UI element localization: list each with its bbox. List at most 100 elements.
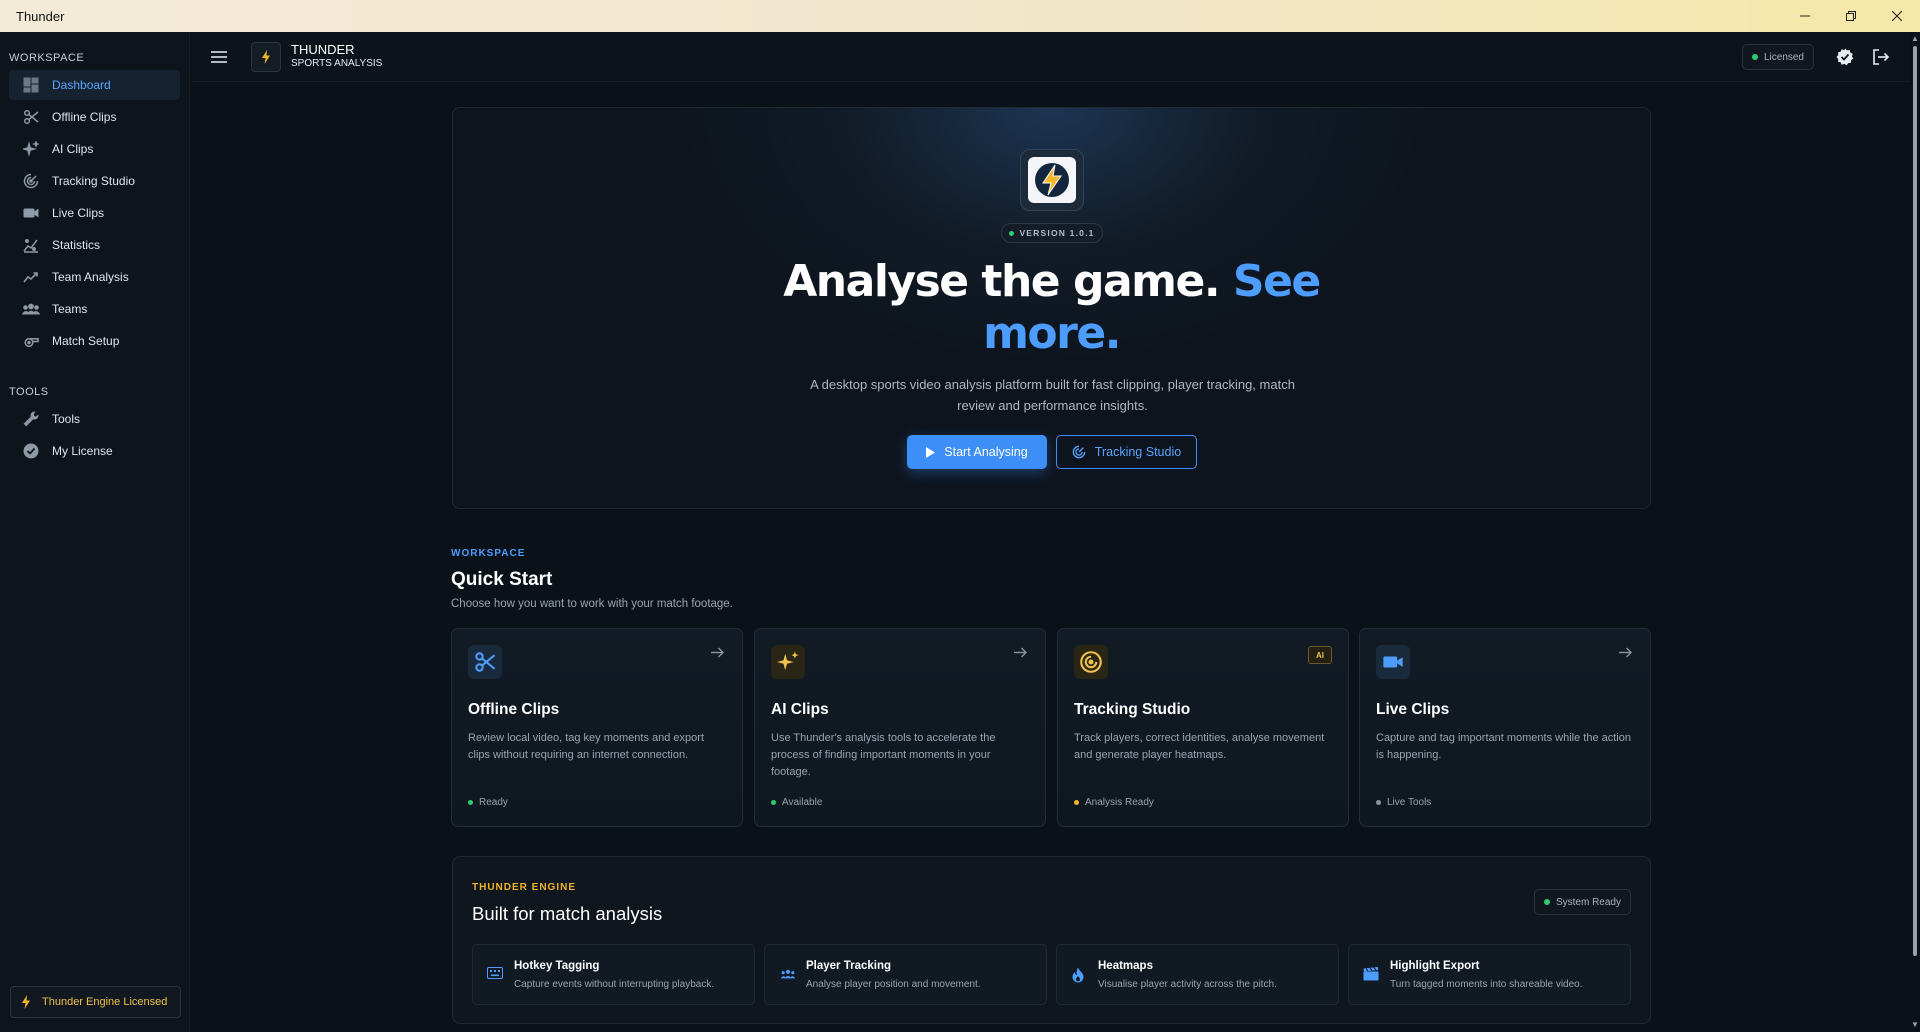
scroll-up-icon[interactable]: ▲: [1911, 34, 1919, 43]
group-icon: [21, 299, 41, 319]
card-status-text: Available: [782, 797, 823, 808]
whistle-icon: [21, 331, 41, 351]
card-status: Analysis Ready: [1074, 797, 1154, 808]
feature-title: Hotkey Tagging: [514, 960, 600, 972]
vertical-scrollbar[interactable]: ▲ ▼: [1910, 32, 1920, 1032]
system-status-text: System Ready: [1555, 896, 1621, 908]
section-eyebrow: THUNDER ENGINE: [472, 882, 577, 893]
sidebar-item-label: Team Analysis: [52, 270, 129, 284]
sidebar-item-statistics[interactable]: Statistics: [9, 230, 180, 260]
sidebar-item-label: AI Clips: [52, 142, 94, 156]
arrow-right-icon: [1014, 647, 1027, 658]
sidebar-item-label: Tools: [52, 412, 81, 426]
play-icon: [926, 446, 936, 458]
radar-icon: [1072, 445, 1086, 459]
hamburger-icon: [211, 50, 227, 63]
tracking-studio-button[interactable]: Tracking Studio: [1056, 435, 1197, 469]
start-analysing-button[interactable]: Start Analysing: [907, 435, 1047, 469]
sidebar-item-offline-clips[interactable]: Offline Clips: [9, 102, 180, 132]
feature-title: Heatmaps: [1098, 960, 1153, 972]
feature-title: Highlight Export: [1390, 960, 1480, 972]
sidebar-item-ai-clips[interactable]: AI Clips: [9, 134, 180, 164]
card-title: Tracking Studio: [1074, 701, 1191, 718]
engine-section: THUNDER ENGINE Built for match analysis …: [452, 856, 1651, 1024]
card-status: Available: [771, 797, 822, 808]
card-status: Live Tools: [1376, 797, 1431, 808]
menu-toggle-button[interactable]: [211, 50, 231, 63]
card-offline-clips[interactable]: Offline Clips Review local video, tag ke…: [451, 628, 743, 827]
sidebar-item-tracking-studio[interactable]: Tracking Studio: [9, 166, 180, 196]
keyboard-icon: [487, 967, 503, 979]
window-title-bar: Thunder: [0, 0, 1920, 32]
sidebar: WORKSPACE Dashboard Offline Clips AI Cli…: [0, 32, 190, 1032]
radar-icon: [1074, 645, 1108, 679]
scrollbar-thumb[interactable]: [1913, 46, 1917, 956]
version-text: VERSION 1.0.1: [1019, 228, 1095, 238]
sidebar-item-label: Live Clips: [52, 206, 105, 220]
close-icon: [1892, 11, 1902, 21]
status-dot: [1751, 54, 1758, 60]
license-status-text: Licensed: [1763, 51, 1804, 63]
sidebar-item-label: Dashboard: [52, 78, 111, 92]
sidebar-item-label: Offline Clips: [52, 110, 117, 124]
brand-title: THUNDER: [291, 42, 355, 58]
sidebar-item-dashboard[interactable]: Dashboard: [9, 70, 180, 100]
ai-tag-badge: AI: [1308, 646, 1332, 664]
flame-icon: [1071, 967, 1085, 983]
feature-title: Player Tracking: [806, 960, 892, 972]
sidebar-item-teams[interactable]: Teams: [9, 294, 180, 324]
video-camera-icon: [21, 203, 41, 223]
scroll-down-icon[interactable]: ▼: [1911, 1020, 1919, 1029]
sidebar-item-team-analysis[interactable]: Team Analysis: [9, 262, 180, 292]
button-label: Tracking Studio: [1094, 445, 1182, 459]
card-status-text: Analysis Ready: [1085, 797, 1154, 808]
sidebar-item-label: My License: [52, 444, 113, 458]
sidebar-item-tools[interactable]: Tools: [9, 404, 180, 434]
sidebar-item-live-clips[interactable]: Live Clips: [9, 198, 180, 228]
logout-button[interactable]: [1872, 49, 1890, 65]
feature-player-tracking: Player Tracking Analyse player position …: [764, 944, 1047, 1005]
restore-button[interactable]: [1828, 0, 1874, 32]
engine-license-badge: Thunder Engine Licensed: [10, 986, 181, 1018]
card-tracking-studio[interactable]: AI Tracking Studio Track players, correc…: [1057, 628, 1349, 827]
section-eyebrow: WORKSPACE: [451, 548, 526, 559]
card-description: Track players, correct identities, analy…: [1074, 732, 1325, 761]
sidebar-item-match-setup[interactable]: Match Setup: [9, 326, 180, 356]
scatter-chart-icon: [21, 235, 41, 255]
card-status: Ready: [468, 797, 508, 808]
card-status-text: Live Tools: [1387, 797, 1432, 808]
card-title: Live Clips: [1376, 701, 1450, 718]
system-status-badge: System Ready: [1533, 889, 1631, 915]
engine-license-text: Thunder Engine Licensed: [42, 996, 168, 1008]
sidebar-item-my-license[interactable]: My License: [9, 436, 180, 466]
app-logo: [1020, 149, 1084, 211]
feature-hotkey-tagging: Hotkey Tagging Capture events without in…: [472, 944, 755, 1005]
license-verified-button[interactable]: [1836, 48, 1854, 66]
headline-accent-1: See: [1232, 256, 1321, 307]
scissors-icon: [468, 645, 502, 679]
group-icon: [779, 967, 797, 981]
card-live-clips[interactable]: Live Clips Capture and tag important mom…: [1359, 628, 1651, 827]
scissors-icon: [21, 107, 41, 127]
brand-subtitle: SPORTS ANALYSIS: [291, 58, 383, 70]
brand-logo: [251, 41, 281, 72]
card-ai-clips[interactable]: AI Clips Use Thunder's analysis tools to…: [754, 628, 1046, 827]
lightning-icon: [21, 995, 31, 1009]
quick-start-title: Quick Start: [451, 569, 553, 590]
status-dot: [771, 800, 776, 805]
wrench-icon: [21, 409, 41, 429]
video-camera-icon: [1376, 645, 1410, 679]
thunder-logo-icon: [1035, 163, 1069, 197]
feature-highlight-export: Highlight Export Turn tagged moments int…: [1348, 944, 1631, 1005]
feature-heatmaps: Heatmaps Visualise player activity acros…: [1056, 944, 1339, 1005]
status-dot: [1543, 899, 1550, 905]
headline-accent-2: more.: [983, 308, 1121, 359]
button-label: Start Analysing: [944, 445, 1028, 459]
status-dot: [468, 800, 473, 805]
close-button[interactable]: [1874, 0, 1920, 32]
feature-description: Visualise player activity across the pit…: [1098, 979, 1277, 990]
minimize-button[interactable]: [1782, 0, 1828, 32]
window-title: Thunder: [16, 8, 65, 24]
card-description: Capture and tag important moments while …: [1376, 732, 1631, 761]
logout-icon: [1873, 49, 1890, 65]
